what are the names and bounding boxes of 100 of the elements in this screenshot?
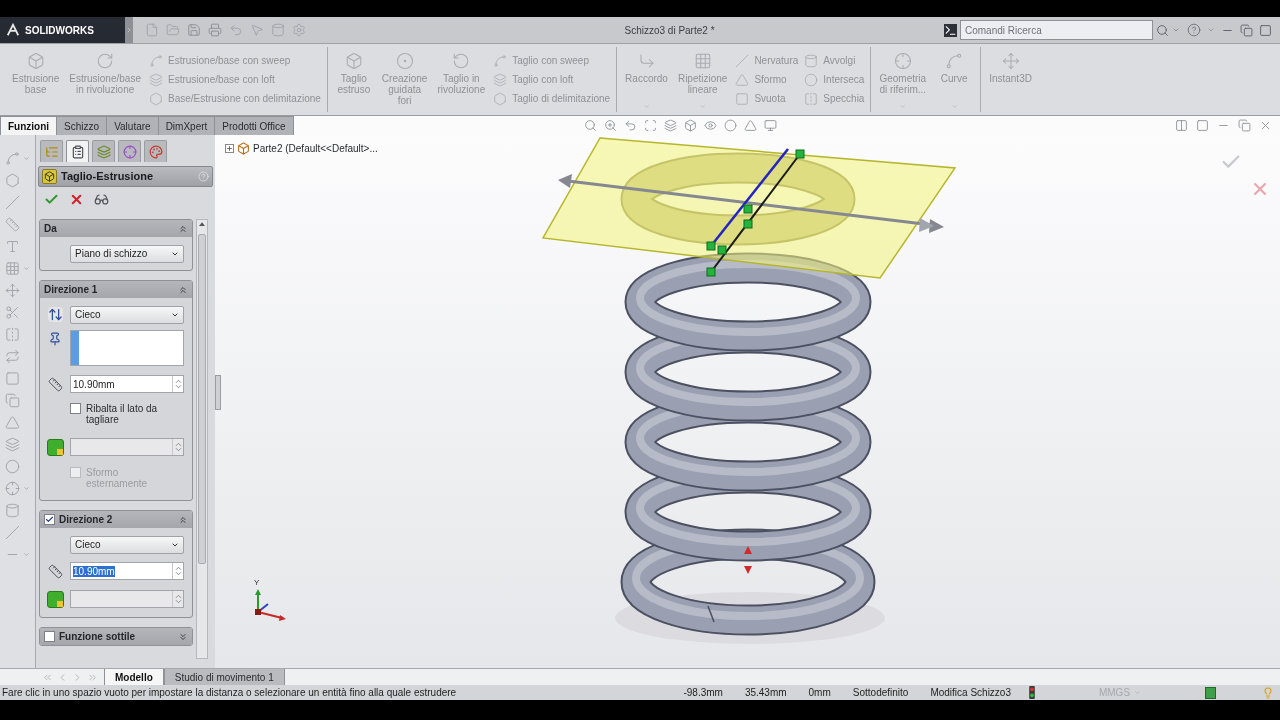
selection-field[interactable]: [70, 330, 184, 366]
dropdown[interactable]: Cieco: [70, 305, 184, 324]
restore-icon[interactable]: [1240, 23, 1253, 37]
spin-arrows-icon[interactable]: [172, 563, 183, 579]
line-icon[interactable]: [5, 195, 20, 210]
window-icon[interactable]: [1196, 119, 1209, 132]
feature-tree-item[interactable]: Parte2 (Default<<Default>...: [237, 141, 378, 156]
brand-menu-button[interactable]: SOLIDWORKS: [0, 17, 125, 43]
tree-icon: [44, 144, 59, 159]
close-icon[interactable]: [1259, 119, 1272, 132]
caret-icon[interactable]: [23, 551, 30, 558]
caret-icon[interactable]: [23, 155, 30, 162]
sphere-icon[interactable]: [723, 119, 737, 132]
spin-arrows-icon[interactable]: [172, 591, 183, 607]
eye-icon[interactable]: [703, 119, 717, 132]
sketch-point[interactable]: [706, 267, 716, 277]
zoom-in-icon[interactable]: [603, 119, 617, 132]
lightbulb-icon[interactable]: [1262, 686, 1274, 699]
model-tab[interactable]: Studio di movimento 1: [163, 669, 285, 685]
depth-field[interactable]: 10.90mm: [70, 375, 184, 393]
pointer-icon[interactable]: [250, 23, 264, 37]
triangle-icon[interactable]: [5, 415, 20, 430]
dropdown[interactable]: Cieco: [70, 535, 184, 554]
reverse-direction-icon[interactable]: [47, 307, 63, 322]
ruler-icon[interactable]: [5, 217, 20, 232]
curve-icon[interactable]: [5, 151, 20, 166]
maximize-icon[interactable]: [1259, 23, 1272, 37]
scrollbar[interactable]: [196, 219, 208, 659]
checkbox-label: Ribalta il lato da tagliare: [86, 403, 159, 425]
panel-splitter-handle[interactable]: [215, 375, 221, 410]
section-checkbox[interactable]: [44, 514, 55, 525]
sketch-point[interactable]: [706, 241, 716, 251]
search-icon[interactable]: [583, 119, 597, 132]
line-icon[interactable]: [5, 525, 20, 540]
crosshair-icon: [122, 144, 137, 159]
cube-icon[interactable]: [46, 438, 64, 456]
caret-icon[interactable]: [23, 485, 30, 492]
command-tab[interactable]: DimXpert: [158, 117, 215, 135]
folder-icon[interactable]: [166, 23, 180, 37]
scan-icon[interactable]: [643, 119, 657, 132]
monitor-icon[interactable]: [763, 119, 777, 132]
cylinder-icon[interactable]: [5, 503, 20, 518]
printer-icon[interactable]: [208, 23, 222, 37]
caret-icon[interactable]: [1172, 26, 1180, 34]
text-icon[interactable]: [5, 239, 20, 254]
spin-arrows-icon[interactable]: [172, 376, 183, 392]
undo-icon[interactable]: [623, 119, 637, 132]
layers-icon[interactable]: [663, 119, 677, 132]
sketch-point[interactable]: [743, 219, 753, 229]
help-icon[interactable]: [1187, 23, 1201, 37]
draft-field[interactable]: [70, 438, 184, 456]
collapse-icon[interactable]: [178, 514, 188, 525]
split-view-icon[interactable]: [1175, 119, 1188, 132]
checkbox[interactable]: [70, 403, 81, 414]
panel-tab[interactable]: [66, 140, 89, 162]
circle-icon[interactable]: [5, 459, 20, 474]
triangle-icon[interactable]: [743, 119, 757, 132]
layers-icon[interactable]: [5, 437, 20, 452]
sketch-point[interactable]: [743, 204, 753, 214]
search-field[interactable]: Comandi Ricerca: [960, 20, 1153, 40]
hexagon-icon[interactable]: [5, 173, 20, 188]
draft-field[interactable]: [70, 590, 184, 608]
spin-arrows-icon[interactable]: [172, 439, 183, 455]
caret-icon[interactable]: [1207, 26, 1215, 34]
cube-icon[interactable]: [46, 590, 64, 608]
sketch-point[interactable]: [795, 149, 805, 159]
settings-icon[interactable]: [292, 23, 306, 37]
sketch-point[interactable]: [717, 245, 727, 255]
depth-field[interactable]: 10.90mm: [70, 562, 184, 580]
crosshair-icon[interactable]: [5, 481, 20, 496]
caret-icon[interactable]: [23, 265, 30, 272]
command-tab[interactable]: Funzioni: [1, 117, 57, 135]
command-tab[interactable]: Prodotti Office: [215, 117, 293, 135]
spring-model[interactable]: [541, 137, 957, 644]
up-arrow-icon[interactable]: [199, 222, 205, 226]
undo-icon[interactable]: [229, 23, 243, 37]
grid-icon[interactable]: [5, 261, 20, 276]
restore-icon[interactable]: [1238, 119, 1251, 132]
model-tab[interactable]: Modello: [104, 669, 164, 685]
move-icon[interactable]: [5, 283, 20, 298]
save-icon[interactable]: [187, 23, 201, 37]
collapse-icon[interactable]: [178, 284, 188, 295]
section-checkbox[interactable]: [44, 631, 55, 642]
file-icon[interactable]: [145, 23, 159, 37]
copy-icon[interactable]: [5, 393, 20, 408]
scissors-icon[interactable]: [5, 305, 20, 320]
expand-icon[interactable]: [225, 144, 234, 153]
command-tab[interactable]: Schizzo: [57, 117, 107, 135]
mirror-icon[interactable]: [5, 327, 20, 342]
repeat-icon[interactable]: [5, 349, 20, 364]
panel-title: Taglio-Estrusione: [61, 169, 155, 185]
dropdown[interactable]: Piano di schizzo: [70, 244, 184, 263]
cylinder-icon[interactable]: [271, 23, 285, 37]
command-tab[interactable]: Valutare: [107, 117, 158, 135]
cube-icon[interactable]: [683, 119, 697, 132]
search-icon[interactable]: [1156, 23, 1169, 37]
traffic-light-icon[interactable]: [1029, 686, 1035, 699]
square-icon[interactable]: [1205, 686, 1216, 699]
collapse-icon[interactable]: [178, 223, 188, 234]
expand-icon[interactable]: [178, 631, 188, 642]
